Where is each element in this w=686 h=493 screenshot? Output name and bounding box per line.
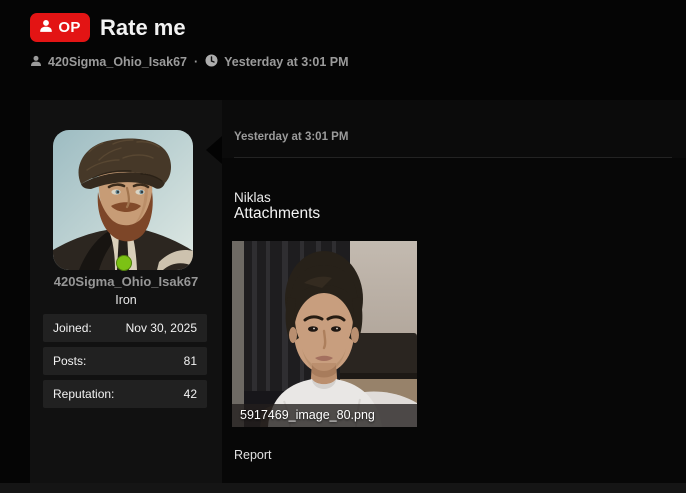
avatar[interactable] (53, 130, 193, 270)
attachment-thumbnail[interactable]: 5917469_image_80.png (232, 241, 417, 427)
thread-title: Rate me (100, 15, 186, 40)
stat-value: 42 (183, 387, 197, 401)
report-link[interactable]: Report (234, 448, 272, 462)
attachment-filename: 5917469_image_80.png (232, 404, 417, 427)
post-timestamp: Yesterday at 3:01 PM (234, 131, 349, 143)
post-pointer (206, 136, 222, 164)
stat-value: Nov 30, 2025 (125, 321, 197, 335)
thread-title-row: OP Rate me (30, 13, 186, 42)
post-content: Yesterday at 3:01 PM Niklas Attachments (206, 100, 686, 483)
stat-value: 81 (183, 354, 197, 368)
stat-row-posts: Posts: 81 (43, 347, 207, 375)
person-icon (39, 19, 53, 37)
stat-label: Posts: (53, 354, 87, 368)
online-status-dot (116, 255, 132, 271)
stat-label: Joined: (53, 321, 92, 335)
author-rank: Iron (115, 293, 137, 307)
byline-separator: · (193, 55, 199, 69)
thread-timestamp: Yesterday at 3:01 PM (224, 55, 349, 69)
post-divider (234, 157, 672, 158)
post-body-text: Niklas (234, 189, 271, 205)
stat-row-joined: Joined: Nov 30, 2025 (43, 314, 207, 342)
next-post-edge (0, 483, 686, 493)
attachments-heading: Attachments (234, 205, 321, 222)
clock-icon (205, 54, 218, 70)
thread-byline: 420Sigma_Ohio_Isak67 · Yesterday at 3:01… (30, 54, 349, 70)
stat-label: Reputation: (53, 387, 115, 401)
post: 420Sigma_Ohio_Isak67 Iron Joined: Nov 30… (0, 100, 686, 483)
author-username[interactable]: 420Sigma_Ohio_Isak67 (30, 274, 222, 289)
op-badge: OP (30, 13, 90, 42)
attachment-photo (232, 241, 417, 427)
op-badge-label: OP (58, 19, 81, 36)
stat-row-reputation: Reputation: 42 (43, 380, 207, 408)
thread-author-link[interactable]: 420Sigma_Ohio_Isak67 (48, 55, 187, 69)
avatar-image (53, 130, 193, 270)
post-header-band (222, 100, 686, 158)
forum-thread-page: OP Rate me 420Sigma_Ohio_Isak67 · Yester… (0, 0, 686, 493)
post-author-panel: 420Sigma_Ohio_Isak67 Iron Joined: Nov 30… (30, 100, 222, 483)
author-stats: Joined: Nov 30, 2025 Posts: 81 Reputatio… (43, 314, 207, 408)
author-icon (30, 55, 42, 70)
